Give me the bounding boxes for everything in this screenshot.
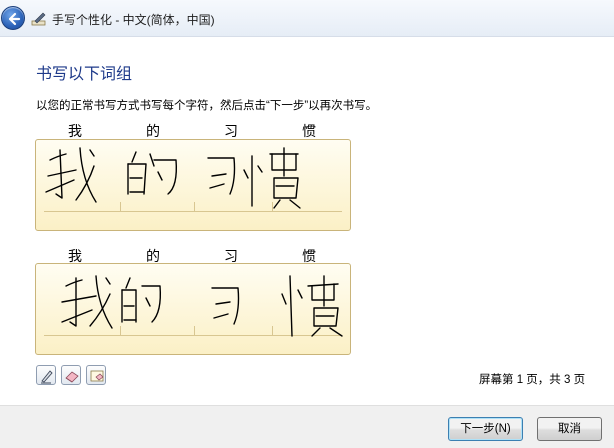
cancel-button[interactable]: 取消 — [537, 417, 602, 441]
instruction-text: 以您的正常书写方式书写每个字符，然后点击“下一步”以再次书写。 — [36, 100, 378, 112]
prompt-character: 我 — [68, 123, 82, 139]
handwriting-pad-2[interactable] — [35, 263, 351, 355]
title-bar: 手写个性化 - 中文(简体，中国) — [0, 0, 614, 37]
pen-tool-button[interactable] — [36, 365, 56, 385]
window-title: 手写个性化 - 中文(简体，中国) — [52, 13, 215, 27]
prompt-character: 的 — [146, 123, 160, 139]
back-button[interactable] — [1, 6, 25, 30]
phrase-characters-row-1: 我 的 习 惯 — [36, 121, 350, 139]
back-arrow-icon — [8, 12, 21, 26]
page-heading: 书写以下词组 — [36, 66, 133, 83]
handwriting-pad-1[interactable] — [35, 139, 351, 231]
clear-ink-button[interactable] — [86, 365, 106, 385]
handwriting-ink — [45, 147, 301, 209]
handwriting-ink — [61, 275, 343, 337]
next-button[interactable]: 下一步(N) — [448, 417, 523, 441]
prompt-character: 惯 — [302, 123, 316, 139]
page-indicator: 屏幕第 1 页，共 3 页 — [479, 374, 586, 386]
pen-icon — [31, 12, 46, 26]
eraser-tool-button[interactable] — [61, 365, 81, 385]
footer-bar: 下一步(N) 取消 — [0, 405, 614, 448]
pen-icon — [41, 370, 53, 384]
phrase-characters-row-2: 我 的 习 惯 — [36, 246, 350, 264]
clear-ink-icon — [90, 370, 104, 382]
prompt-character: 习 — [224, 123, 238, 139]
eraser-icon — [65, 371, 79, 383]
